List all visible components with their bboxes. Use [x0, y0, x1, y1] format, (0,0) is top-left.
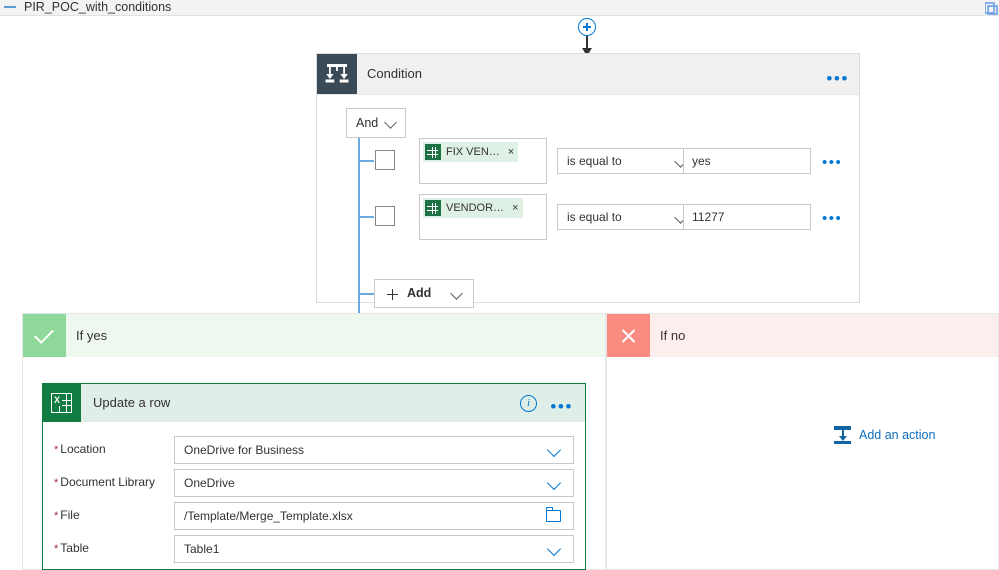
field-row-location: * Location OneDrive for Business [43, 434, 585, 467]
condition-value-text: yes [692, 154, 711, 168]
x-glyph [620, 327, 637, 344]
field-label-text: Table [60, 541, 89, 555]
logic-operator-value: And [356, 116, 379, 130]
excel-icon [425, 200, 441, 216]
excel-icon [425, 144, 441, 160]
branch-if-no: If no [606, 313, 999, 570]
required-asterisk: * [54, 477, 59, 489]
insert-step-connector [578, 18, 602, 56]
condition-card[interactable]: Condition ••• And FIX VEN… × is equal to… [316, 53, 860, 318]
condition-card-body: And FIX VEN… × is equal to yes ••• VENDO… [317, 95, 859, 318]
field-label-text: Document Library [60, 475, 155, 489]
update-a-row-body: * Location OneDrive for Business * Documen… [43, 422, 585, 566]
branch-connector-line [358, 138, 360, 318]
info-icon[interactable]: i [520, 395, 537, 412]
folder-icon[interactable] [545, 507, 561, 522]
window-titlebar: PIR_POC_with_conditions [0, 0, 999, 16]
condition-card-header[interactable]: Condition ••• [317, 54, 859, 95]
branch-connector-stub [358, 293, 374, 295]
document-library-dropdown[interactable]: OneDrive [174, 469, 574, 497]
add-an-action-label: Add an action [859, 428, 936, 442]
branch-connector-stub [358, 160, 374, 162]
location-value: OneDrive for Business [184, 443, 305, 457]
field-token-chip[interactable]: FIX VEN… × [423, 142, 519, 162]
plus-circle-icon[interactable] [578, 18, 596, 36]
required-asterisk: * [54, 510, 59, 522]
field-label-table: * Table [54, 533, 89, 564]
file-value: /Template/Merge_Template.xlsx [184, 509, 353, 523]
chevron-down-icon [546, 475, 562, 491]
file-input[interactable]: /Template/Merge_Template.xlsx [174, 502, 574, 530]
chevron-down-icon [384, 116, 397, 129]
field-token-label: FIX VEN… [446, 146, 500, 158]
checkmark-icon [23, 314, 66, 357]
excel-icon: X [43, 384, 81, 422]
flow-designer-canvas: PIR_POC_with_conditions Condition ••• An… [0, 0, 999, 570]
close-x-icon [607, 314, 650, 357]
update-a-row-menu-button[interactable]: ••• [550, 398, 573, 415]
table-dropdown[interactable]: Table1 [174, 535, 574, 563]
field-label-file: * File [54, 500, 80, 531]
plus-icon [387, 289, 398, 299]
condition-operator-value: is equal to [567, 154, 622, 168]
condition-title: Condition [367, 66, 422, 81]
table-value: Table1 [184, 542, 220, 556]
branch-if-yes-header: If yes [23, 314, 605, 357]
condition-field-token-input[interactable]: VENDOR… × [419, 194, 547, 240]
branch-if-no-title: If no [660, 328, 686, 343]
add-condition-label: Add [407, 286, 432, 300]
chevron-down-icon[interactable] [450, 287, 463, 300]
branch-connector-stub [358, 216, 374, 218]
field-label-document-library: * Document Library [54, 467, 155, 498]
checkmark-glyph [34, 324, 54, 344]
required-asterisk: * [54, 444, 59, 456]
condition-row-checkbox[interactable] [375, 206, 395, 226]
branch-if-yes-title: If yes [76, 328, 108, 343]
condition-branch-icon [317, 54, 357, 94]
add-condition-button[interactable]: Add [374, 279, 474, 308]
field-label-text: Location [60, 442, 106, 456]
field-row-document-library: * Document Library OneDrive [43, 467, 585, 500]
field-row-table: * Table Table1 [43, 533, 585, 566]
condition-value-text: 11277 [692, 210, 725, 224]
condition-operator-dropdown[interactable]: is equal to [557, 148, 697, 174]
logic-operator-dropdown[interactable]: And [346, 108, 406, 138]
field-token-chip[interactable]: VENDOR… × [423, 198, 523, 218]
add-an-action-button[interactable]: Add an action [833, 424, 935, 446]
update-a-row-title: Update a row [93, 395, 171, 410]
add-action-icon [833, 426, 852, 444]
field-token-label: VENDOR… [446, 202, 505, 214]
condition-value-input[interactable]: 11277 [683, 204, 811, 230]
close-icon[interactable]: × [512, 202, 518, 214]
window-icon[interactable] [985, 2, 999, 15]
condition-menu-button[interactable]: ••• [826, 70, 849, 87]
branch-if-no-header: If no [607, 314, 998, 357]
required-asterisk: * [54, 543, 59, 555]
condition-field-token-input[interactable]: FIX VEN… × [419, 138, 547, 184]
document-library-value: OneDrive [184, 476, 235, 490]
chevron-down-icon [546, 541, 562, 557]
update-a-row-card[interactable]: X Update a row i ••• * Location OneDrive … [42, 383, 586, 570]
minus-icon[interactable] [4, 6, 16, 8]
field-row-file: * File /Template/Merge_Template.xlsx [43, 500, 585, 533]
condition-operator-value: is equal to [567, 210, 622, 224]
close-icon[interactable]: × [508, 146, 514, 158]
field-label-text: File [60, 508, 80, 522]
flow-title: PIR_POC_with_conditions [24, 0, 172, 14]
field-label-location: * Location [54, 434, 106, 465]
condition-row-menu-button[interactable]: ••• [822, 155, 842, 170]
condition-row-checkbox[interactable] [375, 150, 395, 170]
condition-row-menu-button[interactable]: ••• [822, 211, 842, 226]
condition-operator-dropdown[interactable]: is equal to [557, 204, 697, 230]
update-a-row-header[interactable]: X Update a row i ••• [43, 384, 585, 422]
condition-value-input[interactable]: yes [683, 148, 811, 174]
location-dropdown[interactable]: OneDrive for Business [174, 436, 574, 464]
chevron-down-icon [546, 442, 562, 458]
